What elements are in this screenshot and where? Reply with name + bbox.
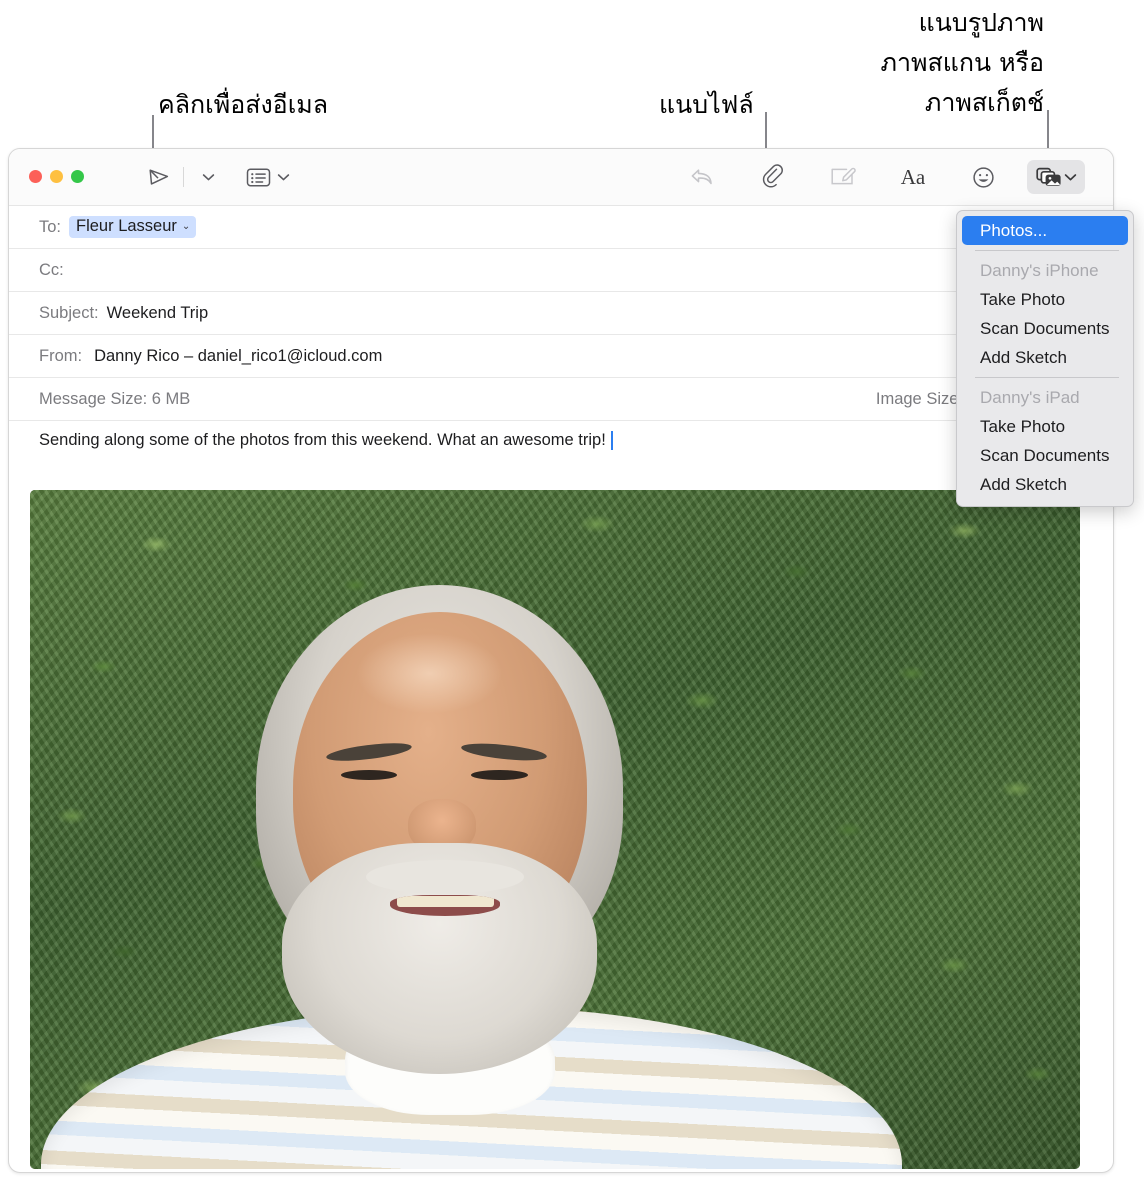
- photo-teeth: [396, 895, 494, 907]
- message-size-label: Message Size: 6 MB: [39, 389, 191, 408]
- send-button[interactable]: [142, 160, 176, 194]
- photo-eye-right: [471, 769, 528, 780]
- from-label: From:: [39, 346, 83, 365]
- subject-label: Subject:: [39, 303, 99, 322]
- callout-attach-file: แนบไฟล์: [659, 90, 754, 119]
- menu-header-label: Danny's iPad: [980, 387, 1080, 407]
- stationery-button[interactable]: [241, 160, 275, 194]
- reply-button[interactable]: [685, 160, 719, 194]
- from-field-row[interactable]: From: Danny Rico – daniel_rico1@icloud.c…: [9, 335, 1113, 378]
- photo-eye-left: [340, 769, 398, 780]
- photo-forehead-highlight: [355, 632, 503, 715]
- format-label: Aa: [900, 164, 926, 189]
- menu-item-label: Add Sketch: [980, 347, 1067, 367]
- message-body-row[interactable]: Sending along some of the photos from th…: [9, 421, 1113, 459]
- chevron-down-icon: [202, 173, 214, 180]
- size-row: Message Size: 6 MB Image Size: Act: [9, 378, 1113, 421]
- subject-field-row[interactable]: Subject: Weekend Trip: [9, 292, 1113, 335]
- menu-item-ipad-add-sketch[interactable]: Add Sketch: [962, 470, 1128, 499]
- menu-item-label: Scan Documents: [980, 445, 1110, 465]
- menu-header-iphone: Danny's iPhone: [962, 256, 1128, 285]
- to-field-row[interactable]: To: Fleur Lasseur ⌄: [9, 206, 1113, 249]
- minimize-button[interactable]: [50, 170, 63, 183]
- cc-field-row[interactable]: Cc:: [9, 249, 1113, 292]
- menu-item-ipad-take-photo[interactable]: Take Photo: [962, 412, 1128, 441]
- image-size-label: Image Size:: [875, 389, 963, 408]
- paperclip-icon: [762, 164, 783, 188]
- attached-photo[interactable]: [30, 490, 1080, 1169]
- menu-separator: [975, 250, 1119, 251]
- chevron-down-icon: ⌄: [181, 221, 191, 232]
- send-options-chevron[interactable]: [199, 160, 217, 194]
- compose-header-fields: To: Fleur Lasseur ⌄ Cc: Subject: Weekend…: [9, 206, 1113, 459]
- reply-icon: [691, 169, 712, 185]
- attach-file-button[interactable]: [756, 160, 790, 194]
- format-button[interactable]: Aa: [896, 160, 930, 194]
- markup-icon: [831, 167, 856, 185]
- menu-item-label: Photos...: [980, 220, 1048, 240]
- text-caret: [610, 430, 613, 450]
- photo-browser-icon: [1035, 167, 1061, 186]
- traffic-lights: [29, 170, 84, 183]
- photo-browser-menu: Photos... Danny's iPhone Take Photo Scan…: [956, 210, 1134, 507]
- menu-header-label: Danny's iPhone: [980, 260, 1099, 280]
- subject-value: Weekend Trip: [106, 303, 209, 322]
- template-icon: [246, 167, 270, 186]
- menu-item-label: Take Photo: [980, 416, 1066, 436]
- chevron-down-icon: [277, 173, 289, 180]
- to-label: To:: [39, 217, 62, 236]
- menu-item-label: Take Photo: [980, 289, 1066, 309]
- from-value: Danny Rico – daniel_rico1@icloud.com: [94, 346, 383, 365]
- menu-item-iphone-scan-documents[interactable]: Scan Documents: [962, 314, 1128, 343]
- menu-separator: [975, 377, 1119, 378]
- message-body-text: Sending along some of the photos from th…: [39, 430, 606, 449]
- zoom-button[interactable]: [71, 170, 84, 183]
- mail-compose-window: Aa To: Fleur Lasseur ⌄ Cc: Subject: Week…: [8, 148, 1114, 1173]
- close-button[interactable]: [29, 170, 42, 183]
- cc-label: Cc:: [39, 260, 64, 279]
- menu-item-iphone-add-sketch[interactable]: Add Sketch: [962, 343, 1128, 372]
- emoji-icon: [972, 166, 994, 188]
- photo-browser-button[interactable]: [1027, 160, 1085, 194]
- menu-item-label: Add Sketch: [980, 474, 1067, 494]
- callout-attach-photo: แนบรูปภาพ ภาพสแกน หรือ ภาพสเก็ตช์: [880, 8, 1044, 117]
- recipient-token[interactable]: Fleur Lasseur ⌄: [69, 216, 197, 238]
- send-icon: [149, 169, 169, 185]
- menu-item-label: Scan Documents: [980, 318, 1110, 338]
- markup-button[interactable]: [826, 160, 860, 194]
- menu-item-photos[interactable]: Photos...: [962, 216, 1128, 245]
- menu-item-ipad-scan-documents[interactable]: Scan Documents: [962, 441, 1128, 470]
- photo-mustache: [366, 860, 524, 894]
- callout-send-email: คลิกเพื่อส่งอีเมล: [158, 90, 329, 119]
- stationery-options-chevron[interactable]: [274, 160, 292, 194]
- toolbar-divider: [183, 167, 184, 187]
- compose-toolbar: Aa: [9, 149, 1113, 206]
- emoji-button[interactable]: [966, 160, 1000, 194]
- menu-header-ipad: Danny's iPad: [962, 383, 1128, 412]
- recipient-name: Fleur Lasseur: [76, 217, 177, 235]
- photo-person: [30, 490, 1080, 1169]
- chevron-down-icon: [1064, 173, 1076, 180]
- menu-item-iphone-take-photo[interactable]: Take Photo: [962, 285, 1128, 314]
